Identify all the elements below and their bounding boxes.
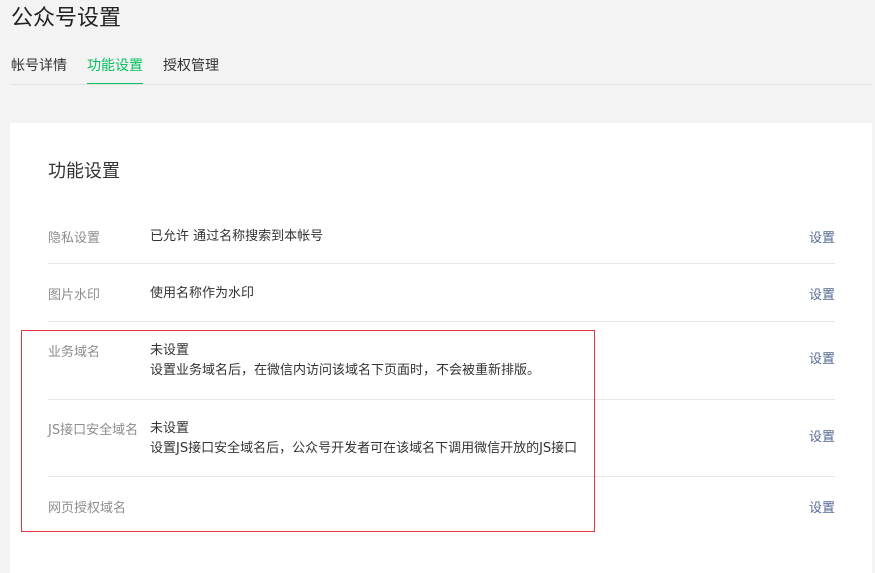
row-value: 已允许 通过名称搜索到本帐号 xyxy=(150,229,324,244)
row-value: 使用名称作为水印 xyxy=(150,286,255,301)
js-domain-setting-link[interactable]: 设置 xyxy=(809,426,835,445)
row-label: 隐私设置 xyxy=(48,231,101,246)
oauth-domain-setting-link[interactable]: 设置 xyxy=(809,497,835,516)
section-title: 功能设置 xyxy=(48,161,120,182)
tabs-divider xyxy=(11,84,872,85)
watermark-setting-link[interactable]: 设置 xyxy=(809,284,835,303)
row-label: 图片水印 xyxy=(48,288,101,303)
tab-authorization-management[interactable]: 授权管理 xyxy=(163,55,219,85)
settings-row-watermark: 图片水印 使用名称作为水印 设置 xyxy=(48,284,835,304)
privacy-setting-link[interactable]: 设置 xyxy=(809,227,835,246)
row-divider xyxy=(48,263,835,264)
page-title: 公众号设置 xyxy=(11,6,122,31)
settings-row-privacy: 隐私设置 已允许 通过名称搜索到本帐号 设置 xyxy=(48,227,835,247)
tab-bar: 帐号详情 功能设置 授权管理 xyxy=(11,55,239,85)
highlight-box xyxy=(21,330,595,532)
tab-account-details[interactable]: 帐号详情 xyxy=(11,55,67,85)
row-divider xyxy=(48,321,835,322)
tab-feature-settings[interactable]: 功能设置 xyxy=(87,55,143,85)
business-domain-setting-link[interactable]: 设置 xyxy=(809,348,835,367)
